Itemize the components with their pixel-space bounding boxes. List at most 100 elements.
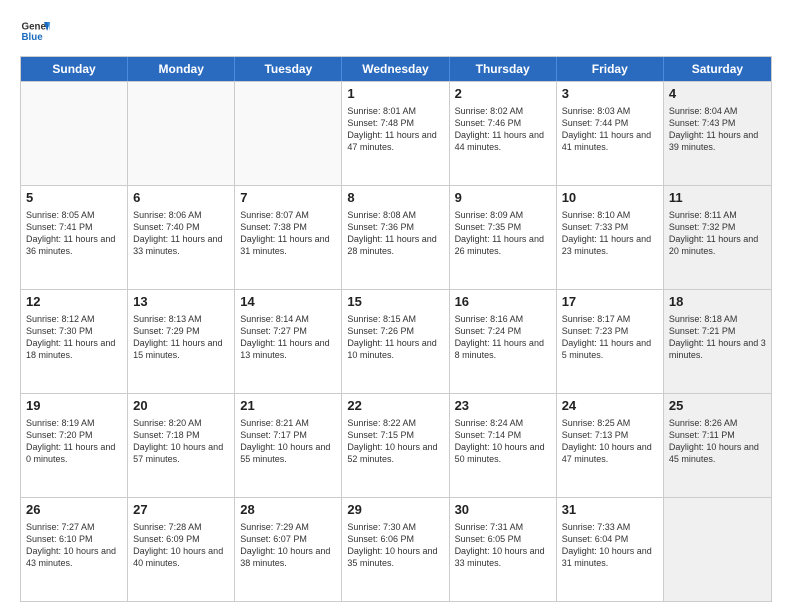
logo-icon: General Blue [20,16,50,46]
day-info: Sunrise: 8:11 AMSunset: 7:32 PMDaylight:… [669,209,766,258]
empty-cell-r0c1 [128,82,235,185]
day-number: 18 [669,294,766,311]
day-cell-22: 22 Sunrise: 8:22 AMSunset: 7:15 PMDayligh… [342,394,449,497]
day-info: Sunrise: 8:02 AMSunset: 7:46 PMDaylight:… [455,105,551,154]
svg-text:Blue: Blue [22,32,44,43]
header-day-wednesday: Wednesday [342,57,449,81]
day-cell-29: 29 Sunrise: 7:30 AMSunset: 6:06 PMDayligh… [342,498,449,601]
day-info: Sunrise: 8:03 AMSunset: 7:44 PMDaylight:… [562,105,658,154]
day-info: Sunrise: 7:33 AMSunset: 6:04 PMDaylight:… [562,521,658,570]
day-info: Sunrise: 8:20 AMSunset: 7:18 PMDaylight:… [133,417,229,466]
day-info: Sunrise: 8:12 AMSunset: 7:30 PMDaylight:… [26,313,122,362]
calendar: SundayMondayTuesdayWednesdayThursdayFrid… [20,56,772,602]
day-cell-8: 8Sunrise: 8:08 AMSunset: 7:36 PMDaylight… [342,186,449,289]
day-number: 7 [240,190,336,207]
day-info: Sunrise: 8:24 AMSunset: 7:14 PMDaylight:… [455,417,551,466]
day-info: Sunrise: 8:01 AMSunset: 7:48 PMDaylight:… [347,105,443,154]
day-cell-9: 9 Sunrise: 8:09 AMSunset: 7:35 PMDaylight… [450,186,557,289]
day-info: Sunrise: 8:21 AMSunset: 7:17 PMDaylight:… [240,417,336,466]
calendar-row-4: 26 Sunrise: 7:27 AMSunset: 6:10 PMDayligh… [21,497,771,601]
day-cell-23: 23Sunrise: 8:24 AMSunset: 7:14 PMDayligh… [450,394,557,497]
logo: General Blue [20,16,50,46]
day-number: 26 [26,502,122,519]
calendar-header: SundayMondayTuesdayWednesdayThursdayFrid… [21,57,771,81]
day-cell-7: 7Sunrise: 8:07 AMSunset: 7:38 PMDaylight… [235,186,342,289]
day-number: 12 [26,294,122,311]
day-number: 2 [455,86,551,103]
day-number: 31 [562,502,658,519]
empty-cell-r0c2 [235,82,342,185]
day-number: 1 [347,86,443,103]
day-info: Sunrise: 7:30 AMSunset: 6:06 PMDaylight:… [347,521,443,570]
day-info: Sunrise: 8:09 AMSunset: 7:35 PMDaylight:… [455,209,551,258]
header-day-friday: Friday [557,57,664,81]
day-number: 11 [669,190,766,207]
calendar-row-0: 1 Sunrise: 8:01 AMSunset: 7:48 PMDaylight… [21,81,771,185]
day-cell-14: 14 Sunrise: 8:14 AMSunset: 7:27 PMDayligh… [235,290,342,393]
calendar-body: 1 Sunrise: 8:01 AMSunset: 7:48 PMDaylight… [21,81,771,601]
day-cell-27: 27 Sunrise: 7:28 AMSunset: 6:09 PMDayligh… [128,498,235,601]
day-cell-25: 25Sunrise: 8:26 AMSunset: 7:11 PMDayligh… [664,394,771,497]
header-day-thursday: Thursday [450,57,557,81]
day-info: Sunrise: 7:27 AMSunset: 6:10 PMDaylight:… [26,521,122,570]
day-info: Sunrise: 7:29 AMSunset: 6:07 PMDaylight:… [240,521,336,570]
day-info: Sunrise: 8:15 AMSunset: 7:26 PMDaylight:… [347,313,443,362]
day-cell-13: 13 Sunrise: 8:13 AMSunset: 7:29 PMDayligh… [128,290,235,393]
day-cell-10: 10 Sunrise: 8:10 AMSunset: 7:33 PMDayligh… [557,186,664,289]
day-info: Sunrise: 8:08 AMSunset: 7:36 PMDaylight:… [347,209,443,258]
day-number: 14 [240,294,336,311]
day-info: Sunrise: 8:06 AMSunset: 7:40 PMDaylight:… [133,209,229,258]
day-number: 24 [562,398,658,415]
day-cell-1: 1 Sunrise: 8:01 AMSunset: 7:48 PMDaylight… [342,82,449,185]
day-cell-2: 2 Sunrise: 8:02 AMSunset: 7:46 PMDaylight… [450,82,557,185]
day-info: Sunrise: 8:16 AMSunset: 7:24 PMDaylight:… [455,313,551,362]
day-info: Sunrise: 8:26 AMSunset: 7:11 PMDaylight:… [669,417,766,466]
day-number: 5 [26,190,122,207]
header-day-sunday: Sunday [21,57,128,81]
day-info: Sunrise: 8:18 AMSunset: 7:21 PMDaylight:… [669,313,766,362]
day-info: Sunrise: 8:22 AMSunset: 7:15 PMDaylight:… [347,417,443,466]
day-number: 9 [455,190,551,207]
day-info: Sunrise: 8:05 AMSunset: 7:41 PMDaylight:… [26,209,122,258]
day-number: 16 [455,294,551,311]
day-cell-4: 4 Sunrise: 8:04 AMSunset: 7:43 PMDaylight… [664,82,771,185]
day-number: 13 [133,294,229,311]
day-info: Sunrise: 8:13 AMSunset: 7:29 PMDaylight:… [133,313,229,362]
day-number: 27 [133,502,229,519]
day-cell-5: 5 Sunrise: 8:05 AMSunset: 7:41 PMDaylight… [21,186,128,289]
day-info: Sunrise: 8:14 AMSunset: 7:27 PMDaylight:… [240,313,336,362]
day-info: Sunrise: 7:28 AMSunset: 6:09 PMDaylight:… [133,521,229,570]
day-cell-15: 15 Sunrise: 8:15 AMSunset: 7:26 PMDayligh… [342,290,449,393]
day-cell-11: 11 Sunrise: 8:11 AMSunset: 7:32 PMDayligh… [664,186,771,289]
day-cell-17: 17 Sunrise: 8:17 AMSunset: 7:23 PMDayligh… [557,290,664,393]
calendar-row-3: 19Sunrise: 8:19 AMSunset: 7:20 PMDayligh… [21,393,771,497]
day-number: 17 [562,294,658,311]
day-cell-24: 24Sunrise: 8:25 AMSunset: 7:13 PMDayligh… [557,394,664,497]
day-number: 22 [347,398,443,415]
calendar-row-1: 5 Sunrise: 8:05 AMSunset: 7:41 PMDaylight… [21,185,771,289]
calendar-row-2: 12 Sunrise: 8:12 AMSunset: 7:30 PMDayligh… [21,289,771,393]
empty-cell-r4c6 [664,498,771,601]
day-cell-20: 20 Sunrise: 8:20 AMSunset: 7:18 PMDayligh… [128,394,235,497]
day-cell-31: 31 Sunrise: 7:33 AMSunset: 6:04 PMDayligh… [557,498,664,601]
day-info: Sunrise: 8:17 AMSunset: 7:23 PMDaylight:… [562,313,658,362]
day-number: 3 [562,86,658,103]
day-cell-21: 21 Sunrise: 8:21 AMSunset: 7:17 PMDayligh… [235,394,342,497]
day-info: Sunrise: 8:04 AMSunset: 7:43 PMDaylight:… [669,105,766,154]
day-number: 29 [347,502,443,519]
header-day-saturday: Saturday [664,57,771,81]
header-day-tuesday: Tuesday [235,57,342,81]
day-number: 15 [347,294,443,311]
day-number: 10 [562,190,658,207]
day-number: 6 [133,190,229,207]
day-cell-19: 19Sunrise: 8:19 AMSunset: 7:20 PMDayligh… [21,394,128,497]
day-number: 4 [669,86,766,103]
day-cell-6: 6 Sunrise: 8:06 AMSunset: 7:40 PMDaylight… [128,186,235,289]
day-number: 21 [240,398,336,415]
day-number: 20 [133,398,229,415]
day-info: Sunrise: 8:10 AMSunset: 7:33 PMDaylight:… [562,209,658,258]
page-header: General Blue [20,16,772,46]
day-cell-30: 30Sunrise: 7:31 AMSunset: 6:05 PMDayligh… [450,498,557,601]
day-number: 28 [240,502,336,519]
day-cell-26: 26 Sunrise: 7:27 AMSunset: 6:10 PMDayligh… [21,498,128,601]
